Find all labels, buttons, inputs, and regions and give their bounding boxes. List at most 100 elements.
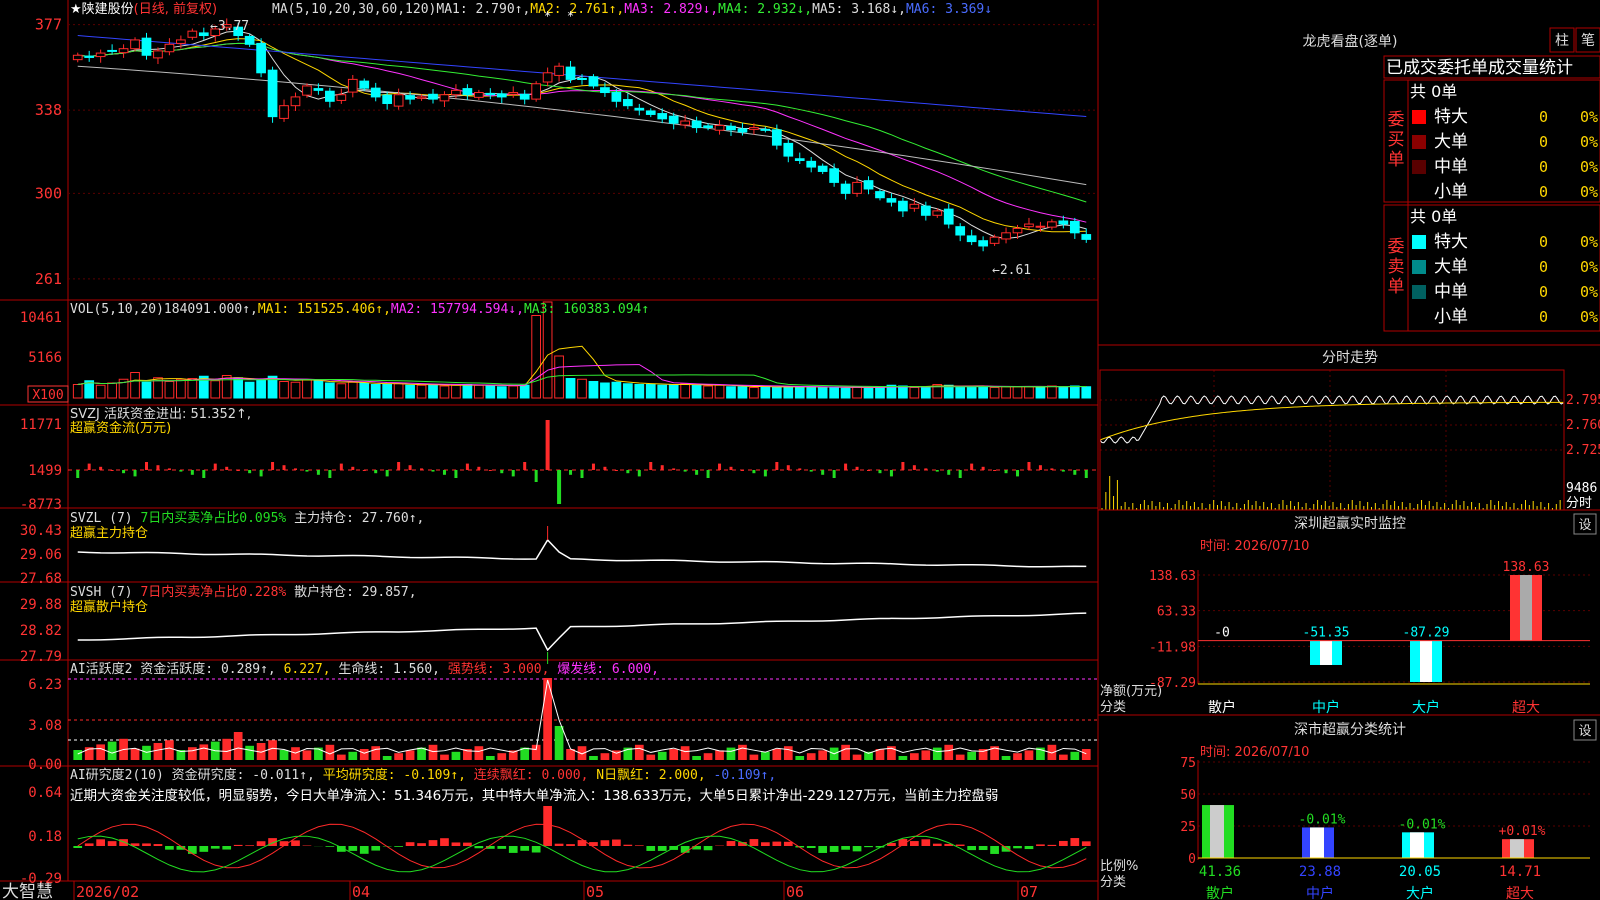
monitor-category: 大户: [1412, 699, 1440, 716]
ai1-bar: [634, 744, 644, 760]
candle-body: [794, 158, 805, 161]
candle-body: [840, 183, 851, 194]
svzj-bar: [500, 470, 504, 474]
fenshi-price-tick: 2.795: [1566, 393, 1600, 408]
ai2-legend-part: -0.109↑,: [706, 768, 776, 783]
sell-swatch: [1412, 235, 1426, 249]
buy-swatch: [1412, 185, 1426, 199]
ma-legend-part: MA4: 2.932↓,: [718, 2, 812, 17]
volume-axis-tick: 5166: [28, 350, 62, 366]
ai1-bar: [394, 753, 403, 760]
flag-marker: *: [544, 9, 551, 23]
ai2-bar: [107, 841, 117, 846]
stats-bar-highlight: [1210, 805, 1224, 858]
candle-body: [462, 88, 473, 96]
buy-row-value: 0: [1539, 108, 1548, 126]
candle-body: [130, 39, 140, 50]
candle-body: [531, 83, 542, 100]
svzj-bar: [695, 470, 699, 475]
stats-axis-tick: 25: [1180, 820, 1196, 835]
ai2-bar: [680, 846, 690, 853]
stats-bar-highlight: [1310, 827, 1324, 858]
ai1-axis-tick: 3.08: [28, 718, 62, 734]
candle-body: [256, 42, 266, 74]
ai2-bar: [405, 842, 415, 846]
ai1-legend-part: 强势线: 3.000,: [440, 661, 549, 677]
candle-body: [428, 93, 438, 100]
ai2-bar: [73, 846, 83, 848]
ai1-bar: [153, 743, 163, 760]
candle-body: [783, 142, 794, 157]
svzj-bar: [867, 470, 871, 471]
monitor-title: 深圳超赢实时监控: [1294, 515, 1406, 532]
price-header-part: ★: [70, 2, 82, 17]
svzj-bar: [420, 468, 424, 470]
volume-bar: [989, 387, 1000, 399]
candle-body: [760, 128, 771, 131]
ai2-bar: [703, 846, 713, 851]
buy-label-char: 单: [1388, 150, 1405, 170]
stats-category: 大户: [1406, 885, 1434, 900]
svzj-bar: [1027, 462, 1031, 470]
volume-bar: [1069, 385, 1080, 399]
ai2-bar: [508, 846, 518, 853]
candle-body: [726, 125, 736, 131]
svzj-bar: [855, 466, 859, 470]
ai2-bar: [1024, 846, 1034, 850]
svzj-bar: [924, 468, 928, 470]
candle-body: [153, 50, 163, 59]
svsh-axis-tick: 29.88: [20, 597, 62, 613]
stats-value-label: 20.05: [1399, 864, 1441, 880]
ai1-bar: [302, 750, 312, 760]
svsh-title: 超赢散户持仓: [70, 599, 148, 615]
svzj-bar: [752, 470, 756, 474]
ai1-bar: [944, 744, 954, 760]
fenshi-price-tick: 2.760: [1566, 418, 1600, 433]
candle-body: [554, 65, 564, 76]
volume-bar: [863, 387, 874, 399]
sell-swatch: [1412, 260, 1426, 274]
volume-bar: [771, 387, 782, 399]
ai1-bar: [222, 738, 232, 760]
svzj-bar: [935, 470, 939, 472]
volume-unit: X100: [32, 388, 63, 403]
svzl-legend-part: SVZL (7): [70, 511, 140, 526]
candle-body: [279, 105, 289, 119]
ai2-bar: [451, 842, 461, 846]
candle-body: [634, 107, 645, 111]
volume-bar: [302, 379, 312, 399]
ai2-bar: [841, 846, 850, 850]
svzj-bar: [316, 470, 320, 475]
ma-legend-part: MA6: 3.369↓: [906, 2, 992, 17]
svzj-bar: [76, 470, 80, 478]
ai2-bar: [921, 839, 931, 846]
svzl-legend-part: 7日内买卖净占比0.095%: [140, 510, 286, 526]
stats-change-label: -0.01%: [1299, 812, 1346, 827]
volume-bar: [760, 385, 771, 399]
lhb-title: 龙虎看盘(逐单): [1303, 33, 1398, 50]
candle-body: [1081, 234, 1092, 240]
volume-legend: VOL(5,10,20)184091.000↑,MA1: 151525.406↑…: [70, 302, 649, 317]
ai1-bar: [898, 756, 908, 760]
ai2-bar: [1013, 846, 1022, 849]
sell-row-percent: 0%: [1580, 258, 1598, 276]
svzj-bar: [133, 470, 137, 477]
ai2-bar: [657, 846, 667, 851]
svzj-bar: [580, 470, 584, 478]
x-axis-label: 07: [1020, 883, 1038, 900]
svzj-bar: [259, 470, 263, 477]
ai1-bar: [818, 750, 828, 760]
fenshi-title: 分时走势: [1322, 350, 1378, 366]
svzj-bar: [649, 462, 653, 470]
ai2-bar: [749, 839, 759, 846]
svsh-axis-tick: 28.82: [20, 623, 62, 639]
ai1-bar: [600, 753, 610, 760]
ma-line-1: [77, 30, 1087, 240]
ai2-bar: [634, 845, 644, 846]
volume-bar: [806, 386, 817, 399]
ai2-bar: [199, 846, 209, 852]
candle-body: [1024, 223, 1034, 228]
ai1-bar: [142, 745, 151, 760]
svzj-bar: [970, 463, 974, 470]
ai1-bar: [715, 750, 724, 760]
